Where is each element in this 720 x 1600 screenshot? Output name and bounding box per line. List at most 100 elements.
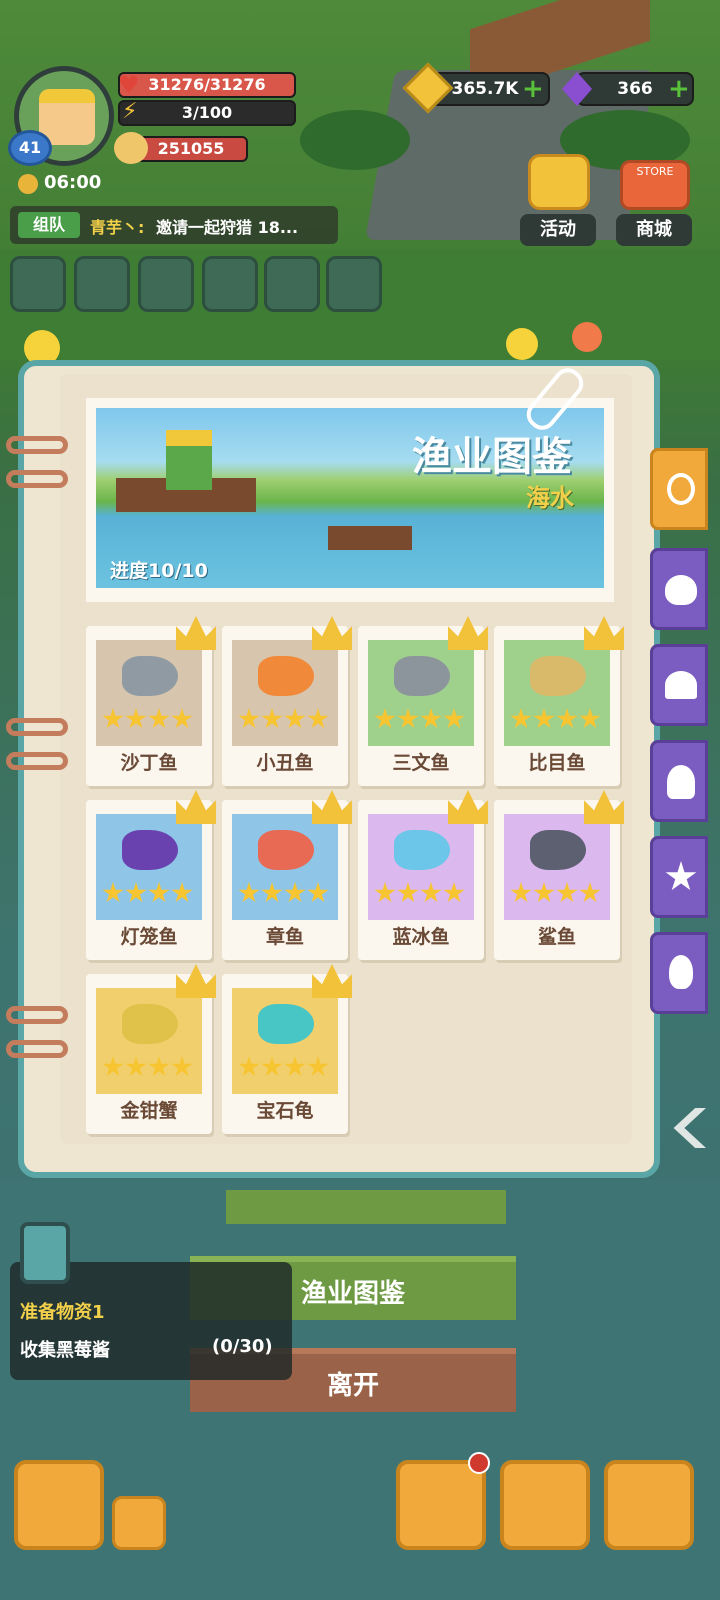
fish-name: 宝石龟 [256,1100,314,1122]
pets-icon[interactable] [500,1460,590,1550]
star-icon [420,882,442,903]
chat-team-tag: 组队 [18,212,80,238]
fish-name: 灯笼鱼 [120,926,178,948]
hp-value: 31276/31276 [148,75,266,94]
shop-button[interactable]: 商城 [616,214,692,246]
octopus-icon [667,765,695,799]
star-rating [238,1056,332,1078]
star-icon [579,708,601,729]
star-rating [238,882,332,904]
fire-icon [669,955,693,989]
tab-octopus[interactable] [650,740,708,822]
fish-name: 沙丁鱼 [120,752,178,774]
fish-card[interactable]: 小丑鱼 [222,616,352,786]
quest-progress: (0/30) [212,1336,273,1357]
star-icon [148,708,170,729]
tab-conch[interactable] [650,548,708,630]
palm-tree [300,110,410,170]
star-icon [261,708,283,729]
camera-icon[interactable] [112,1496,166,1550]
star-icon [443,882,465,903]
binder-ring [6,1040,68,1058]
shop-icon[interactable]: STORE [620,160,690,210]
expand-icon[interactable] [10,256,66,312]
quest-task: 收集黑莓酱 [20,1340,110,1361]
floating-log [328,526,412,550]
fish-name: 金钳蟹 [120,1100,178,1122]
activity-button[interactable]: 活动 [520,214,596,246]
friend-icon[interactable] [138,256,194,312]
tab-fire[interactable] [650,932,708,1014]
map-icon[interactable] [264,256,320,312]
fish-card[interactable]: 比目鱼 [494,616,624,786]
tab-starfish[interactable] [650,836,708,918]
guide-progress: 进度10/10 [110,560,208,582]
activity-icon[interactable] [528,154,590,210]
chat-icon[interactable] [202,256,258,312]
star-icon [307,708,329,729]
team-icon[interactable] [74,256,130,312]
star-icon [374,882,396,903]
sun-icon [18,174,38,194]
binder-ring [6,752,68,770]
tab-fish[interactable] [650,448,708,530]
fish-card[interactable]: 灯笼鱼 [86,790,216,960]
fish-card[interactable]: 蓝冰鱼 [358,790,488,960]
banner-title: 渔业图鉴 [412,434,572,480]
binder-ring [6,436,68,454]
star-rating [102,708,196,730]
quest-title: 准备物资1 [20,1302,105,1323]
binder-ring [6,718,68,736]
hammer-icon[interactable] [14,1460,104,1550]
star-icon [171,1056,193,1077]
level-badge: 41 [8,130,52,166]
backpack-icon[interactable] [604,1460,694,1550]
fish-icon [122,656,178,696]
fish-card[interactable]: 宝石龟 [222,964,352,1134]
flower-icon [572,322,602,352]
star-icon [284,882,306,903]
star-icon [284,708,306,729]
fish-card[interactable]: 沙丁鱼 [86,616,216,786]
flower-icon [506,328,538,360]
lightning-icon: ⚡ [122,99,138,124]
fish-name: 章鱼 [265,926,304,948]
fish-icon [122,1004,178,1044]
banner-subtitle: 海水 [526,484,574,512]
fish-icon [122,830,178,870]
tab-shell[interactable] [650,644,708,726]
clipboard-icon[interactable] [326,256,382,312]
game-time: 06:00 [44,172,102,193]
gem-plus-button[interactable]: + [668,74,690,104]
star-icon [261,882,283,903]
star-icon [148,1056,170,1077]
star-icon [533,882,555,903]
star-icon [102,1056,124,1077]
fish-icon [258,656,314,696]
heart-icon: ♥ [118,71,140,99]
star-rating [238,708,332,730]
character-icon[interactable] [396,1460,486,1550]
fish-card[interactable]: 三文鱼 [358,616,488,786]
star-icon [510,882,532,903]
fish-icon [394,656,450,696]
fish-icon [258,830,314,870]
chat-bar[interactable]: 组队 青芋丶: 邀请一起狩猎 18... [10,206,338,244]
fish-tab-icon [667,473,695,505]
star-rating [102,882,196,904]
fish-name: 鲨鱼 [537,926,576,948]
star-icon [125,708,147,729]
fisher-character [166,430,212,490]
star-icon [171,708,193,729]
star-icon [125,1056,147,1077]
star-icon [238,882,260,903]
fish-name: 三文鱼 [392,752,450,774]
fish-card[interactable]: 章鱼 [222,790,352,960]
fish-card[interactable]: 金钳蟹 [86,964,216,1134]
fish-card[interactable]: 鲨鱼 [494,790,624,960]
fish-name: 比目鱼 [528,752,586,774]
gold-plus-button[interactable]: + [522,74,544,104]
energy-bar: 3/100 [118,100,296,126]
fist-icon [114,132,148,164]
quest-scroll-icon [20,1222,70,1284]
